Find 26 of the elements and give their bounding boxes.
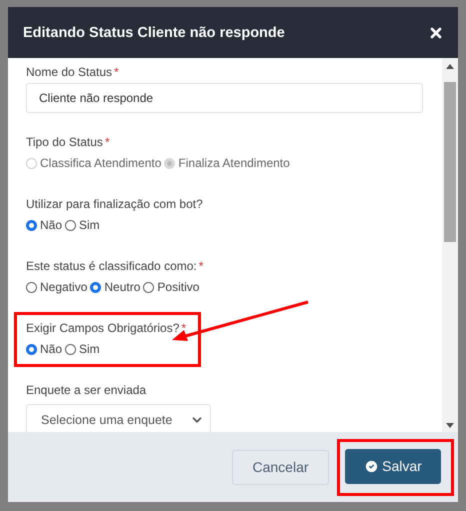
close-button[interactable] [428, 24, 444, 40]
radio-option[interactable]: Não [26, 218, 62, 232]
field-label: Exigir Campos Obrigatórios? [26, 321, 180, 335]
save-button[interactable]: Salvar [345, 448, 441, 484]
dialog-title: Editando Status Cliente não responde [23, 24, 285, 40]
status-name-field[interactable]: Cliente não responde [26, 83, 423, 113]
radio-option[interactable]: Negativo [26, 280, 88, 294]
radio-option[interactable]: Sim [65, 342, 100, 356]
required-mark: * [104, 135, 110, 149]
required-mark: * [198, 259, 204, 273]
required-mark: * [181, 321, 186, 335]
radio-option[interactable]: Positivo [143, 280, 200, 294]
scrollbar[interactable] [442, 58, 458, 432]
field-label: Este status é classificado como: [26, 259, 197, 273]
check-icon [364, 458, 380, 474]
field-label: Tipo do Status [26, 135, 103, 149]
poll-select[interactable]: Selecione uma enquete [26, 404, 211, 432]
radio-option[interactable]: Não [26, 342, 62, 356]
field-label: Enquete a ser enviada [26, 383, 146, 397]
cancel-button[interactable]: Cancelar [232, 450, 329, 484]
field-label: Nome do Status [26, 65, 112, 79]
field-label: Utilizar para finalização com bot? [26, 197, 203, 211]
close-icon [428, 24, 444, 40]
required-mark: * [114, 65, 119, 79]
radio-option[interactable]: Neutro [90, 280, 140, 294]
radio-option[interactable]: Sim [65, 218, 100, 232]
